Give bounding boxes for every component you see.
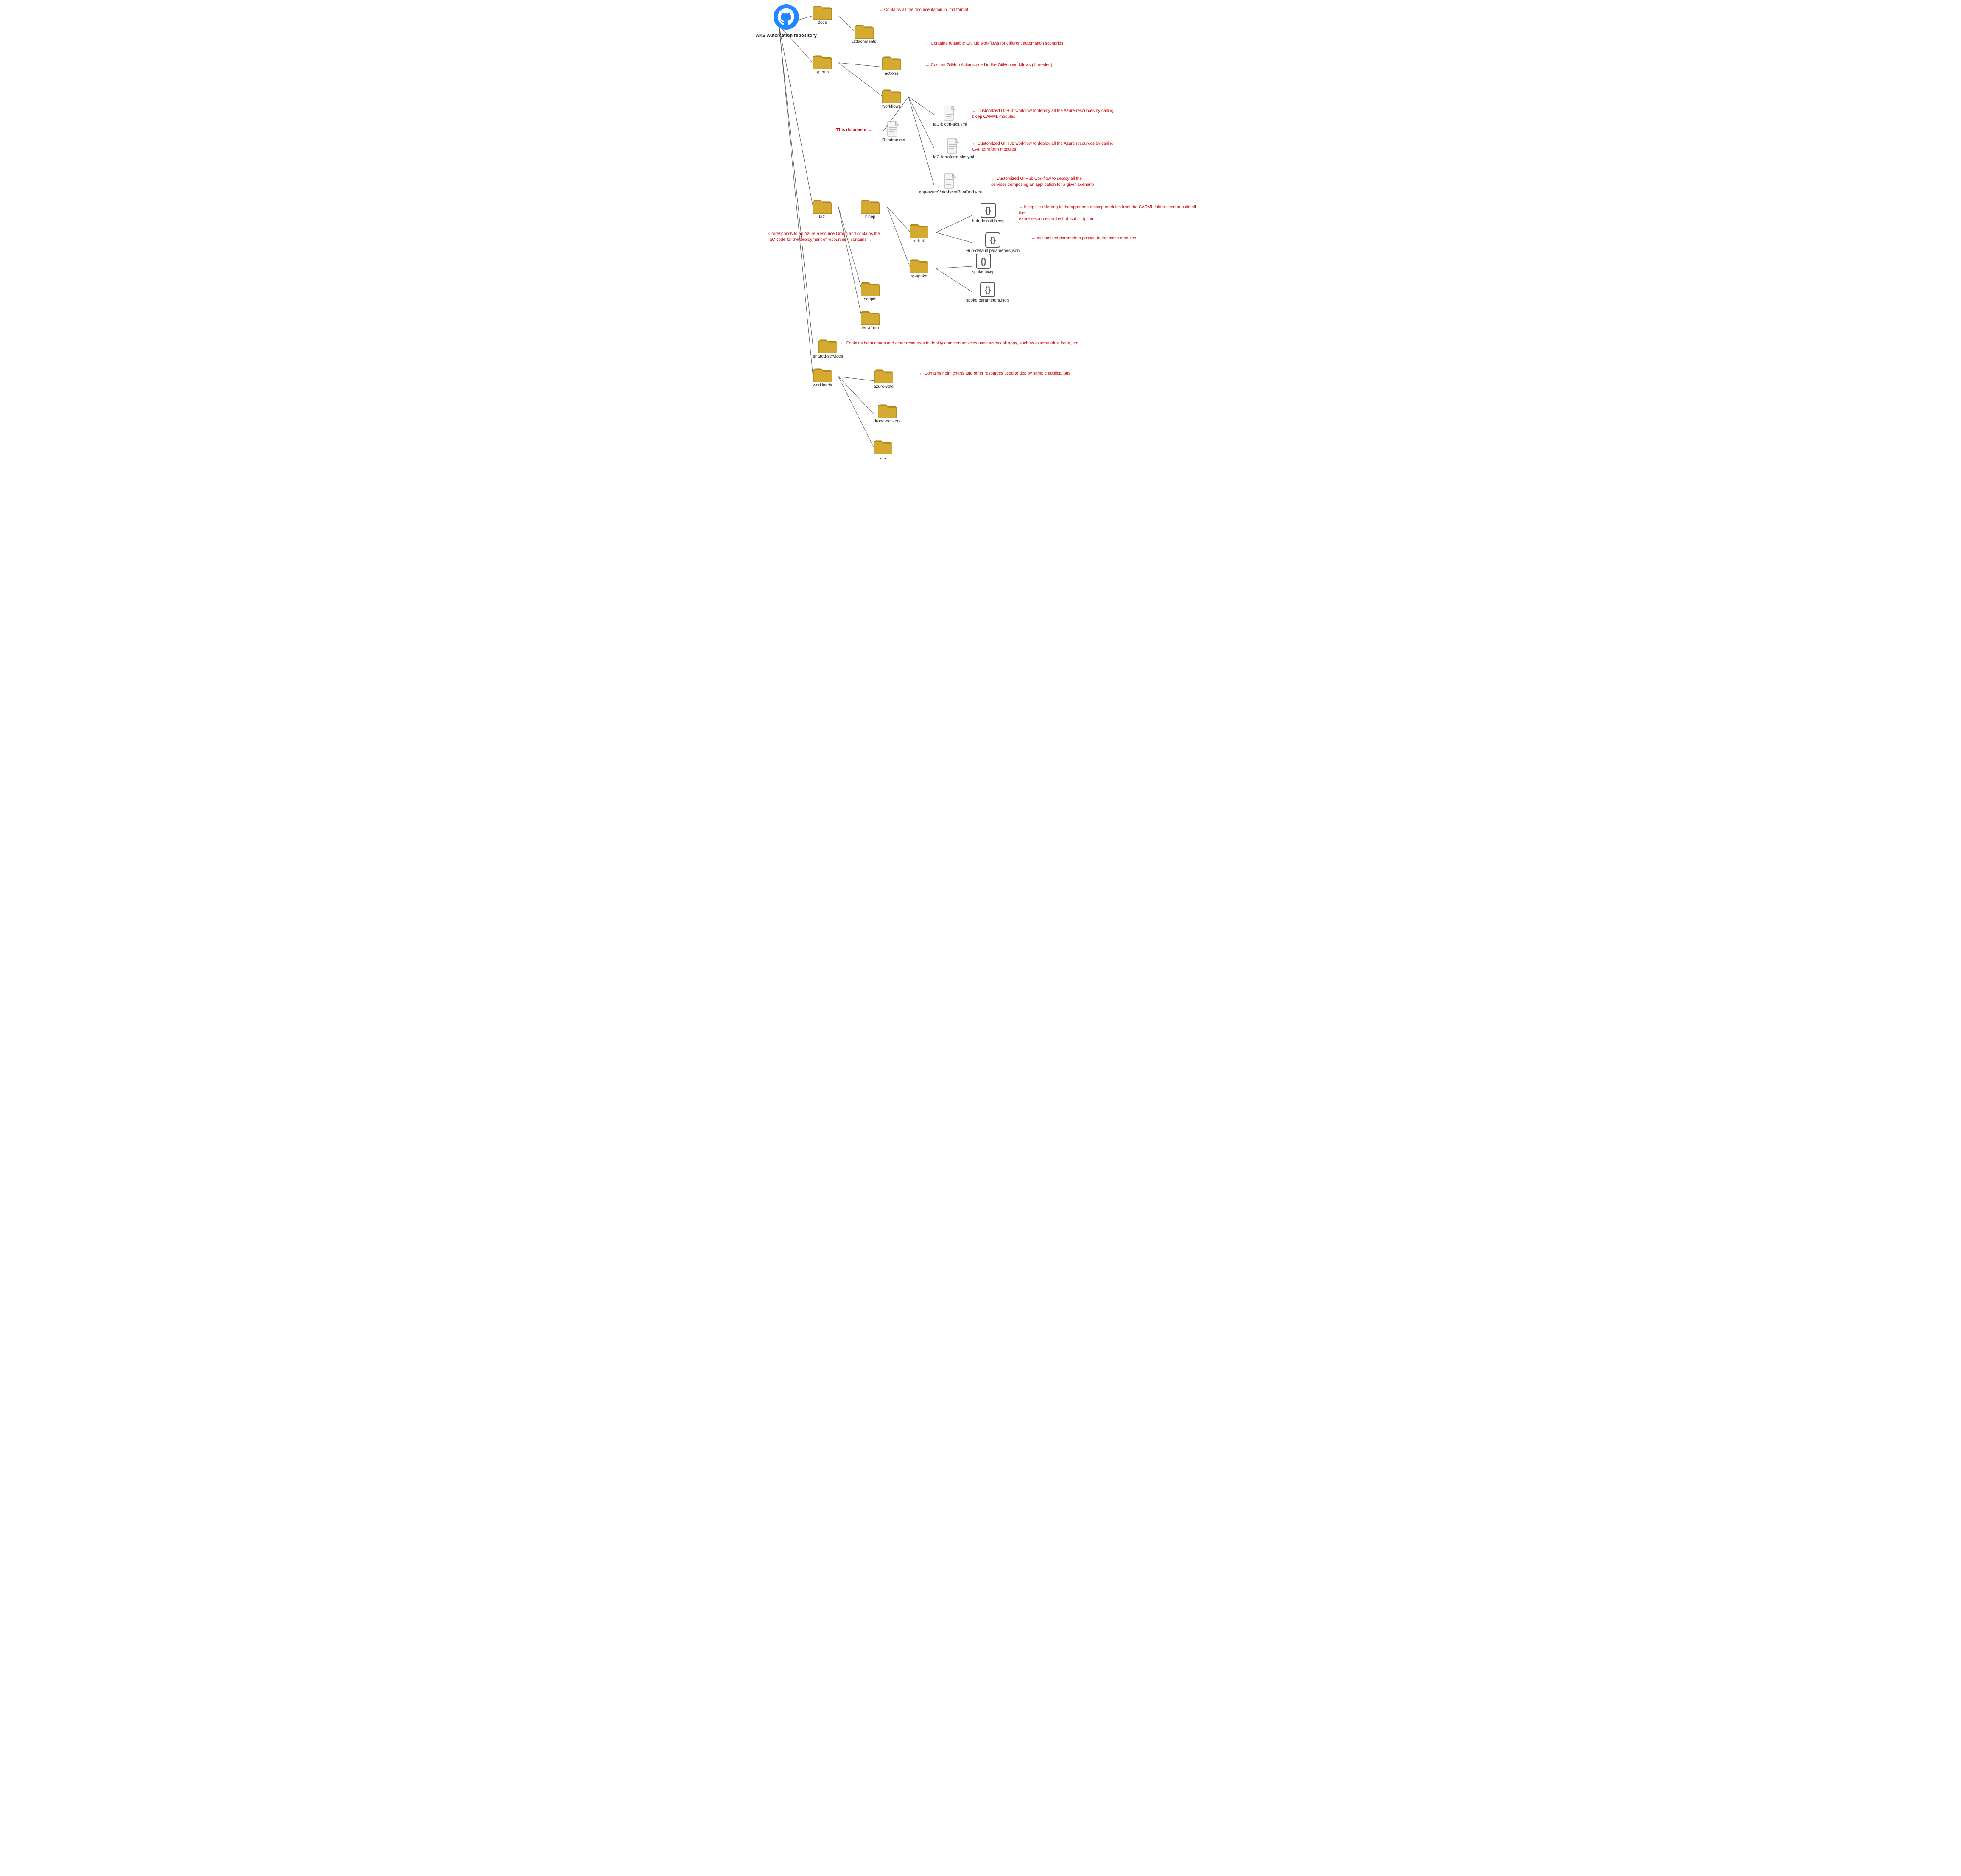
node-scripts: scripts bbox=[861, 281, 880, 302]
root-node: AKS Automation repository bbox=[756, 4, 817, 39]
folder-icon-docs bbox=[813, 4, 832, 20]
node-label-terraform: terraform bbox=[862, 326, 879, 330]
node-label-drone-delivery: drone-delivery bbox=[874, 419, 900, 424]
bicep-icon-hub-params: {} bbox=[985, 232, 1000, 248]
annotation-app-azure-vote: ← Customized GitHub workflow to deploy a… bbox=[991, 176, 1094, 188]
node-label-app-azure-vote: app-azureVote-helmRunCmd.yml bbox=[919, 190, 982, 195]
annotation-shared-services: ← Contains helm charts and other resourc… bbox=[841, 341, 1079, 347]
node-label-attachments: .attachments bbox=[852, 39, 876, 44]
annotation-this-document: This document → bbox=[836, 127, 872, 133]
node-label-iac: IaC bbox=[819, 215, 826, 219]
folder-icon-rg-hub bbox=[910, 223, 928, 238]
root-label: AKS Automation repository bbox=[756, 33, 817, 39]
folder-icon-github bbox=[813, 54, 832, 69]
node-workflows: workflows bbox=[882, 88, 901, 109]
node-label-spoke-bicep: spoke.bicep bbox=[972, 270, 994, 274]
node-rg-spoke: rg-spoke bbox=[910, 258, 928, 279]
folder-icon-iac bbox=[813, 199, 832, 214]
node-terraform: terraform bbox=[861, 310, 880, 330]
node-spoke-bicep: {} spoke.bicep bbox=[972, 254, 994, 274]
node-label-bicep: bicep bbox=[865, 215, 875, 219]
file-icon-app-azure-vote bbox=[944, 173, 957, 189]
file-icon-iac-bicep bbox=[943, 105, 957, 121]
node-label-readme: Readme.md bbox=[882, 138, 905, 143]
annotation-github-workflows: ← Contains reusable GitHub workflows for… bbox=[925, 41, 1063, 46]
folder-icon-workflows bbox=[882, 88, 901, 103]
folder-icon-azure-vote bbox=[874, 368, 893, 383]
node-label-docs: docs bbox=[818, 20, 827, 25]
node-label-workflows: workflows bbox=[882, 104, 901, 109]
node-app-azure-vote: app-azureVote-helmRunCmd.yml bbox=[919, 173, 982, 195]
node-label-spoke-params: spoke.parameters.json bbox=[966, 298, 1009, 303]
annotation-iac-terraform: ← Customized GitHub workflow to deploy a… bbox=[972, 141, 1113, 153]
node-label-rg-spoke: rg-spoke bbox=[911, 274, 927, 279]
folder-icon-actions bbox=[882, 55, 901, 70]
node-spoke-params: {} spoke.parameters.json bbox=[966, 282, 1009, 303]
node-docs: docs bbox=[813, 4, 832, 25]
node-label-github: .github bbox=[816, 70, 829, 75]
node-github: .github bbox=[813, 54, 832, 75]
file-icon-iac-terraform bbox=[947, 138, 960, 154]
node-label-actions: actions bbox=[885, 71, 898, 76]
node-iac: IaC bbox=[813, 199, 832, 219]
node-label-shared-services: shared-services bbox=[813, 354, 843, 359]
diagram-container: AKS Automation repository docs .attachme… bbox=[747, 0, 1214, 467]
bicep-icon-hub-default: {} bbox=[980, 203, 996, 218]
folder-icon-bicep bbox=[861, 199, 880, 214]
folder-icon-rg-spoke bbox=[910, 258, 928, 273]
bicep-icon-spoke-params: {} bbox=[980, 282, 995, 297]
node-attachments: .attachments bbox=[852, 23, 876, 44]
node-actions: actions bbox=[882, 55, 901, 76]
node-label-hub-default-bicep: hub-default.bicep bbox=[972, 219, 1005, 224]
node-iac-bicep-yml: IaC-bicep-aks.yml bbox=[933, 105, 967, 127]
node-label-workloads: workloads bbox=[813, 383, 832, 388]
annotation-azure-vote: ← Contains helm charts and other resourc… bbox=[919, 371, 1070, 376]
annotation-docs: ← Contains all the documentation in .md … bbox=[879, 7, 969, 13]
node-hub-default-bicep: {} hub-default.bicep bbox=[972, 203, 1005, 224]
node-label-iac-terraform-yml: IaC-terraform-aks.yml bbox=[933, 155, 974, 159]
bicep-icon-spoke: {} bbox=[976, 254, 991, 269]
annotation-actions: ← Custom GitHub Actions used in the GitH… bbox=[925, 62, 1052, 68]
folder-icon-drone-delivery bbox=[878, 403, 897, 418]
node-label-hub-default-params: Hub-default.parameters.json bbox=[966, 249, 1020, 253]
node-iac-terraform-yml: IaC-terraform-aks.yml bbox=[933, 138, 974, 159]
folder-icon-ellipsis bbox=[874, 439, 892, 454]
node-bicep: bicep bbox=[861, 199, 880, 219]
node-rg-hub: rg-hub bbox=[910, 223, 928, 243]
folder-icon-terraform bbox=[861, 310, 880, 325]
node-ellipsis: ..... bbox=[874, 439, 892, 460]
node-label-scripts: scripts bbox=[864, 297, 877, 302]
github-logo bbox=[774, 4, 799, 31]
node-shared-services: shared-services bbox=[813, 338, 843, 359]
annotation-iac-bicep: ← Customized GitHub workflow to deploy a… bbox=[972, 108, 1113, 120]
folder-icon-shared-services bbox=[818, 338, 837, 353]
svg-text:{}: {} bbox=[990, 236, 996, 244]
node-label-iac-bicep-yml: IaC-bicep-aks.yml bbox=[933, 122, 967, 127]
node-label-rg-hub: rg-hub bbox=[913, 239, 925, 243]
node-workloads: workloads bbox=[813, 367, 832, 388]
file-icon-readme bbox=[887, 121, 900, 137]
node-readme: Readme.md bbox=[882, 121, 905, 143]
folder-icon-scripts bbox=[861, 281, 880, 296]
node-azure-vote: azure-vote bbox=[874, 368, 894, 389]
node-label-ellipsis: ..... bbox=[880, 455, 886, 460]
annotation-hub-params: ← customized parameters passed to the bi… bbox=[1031, 235, 1136, 241]
folder-icon-attachments bbox=[855, 23, 874, 39]
folder-icon-workloads bbox=[813, 367, 832, 382]
svg-text:{}: {} bbox=[985, 285, 991, 294]
node-hub-default-params: {} Hub-default.parameters.json bbox=[966, 232, 1020, 253]
svg-text:{}: {} bbox=[985, 206, 991, 215]
svg-text:{}: {} bbox=[980, 257, 986, 266]
annotation-rg-hub: Corresponds to an Azure Resource Group a… bbox=[768, 231, 880, 243]
node-drone-delivery: drone-delivery bbox=[874, 403, 900, 424]
annotation-hub-default-bicep: ← bicep file referring to the appropriat… bbox=[1019, 204, 1197, 222]
node-label-azure-vote: azure-vote bbox=[874, 384, 894, 389]
